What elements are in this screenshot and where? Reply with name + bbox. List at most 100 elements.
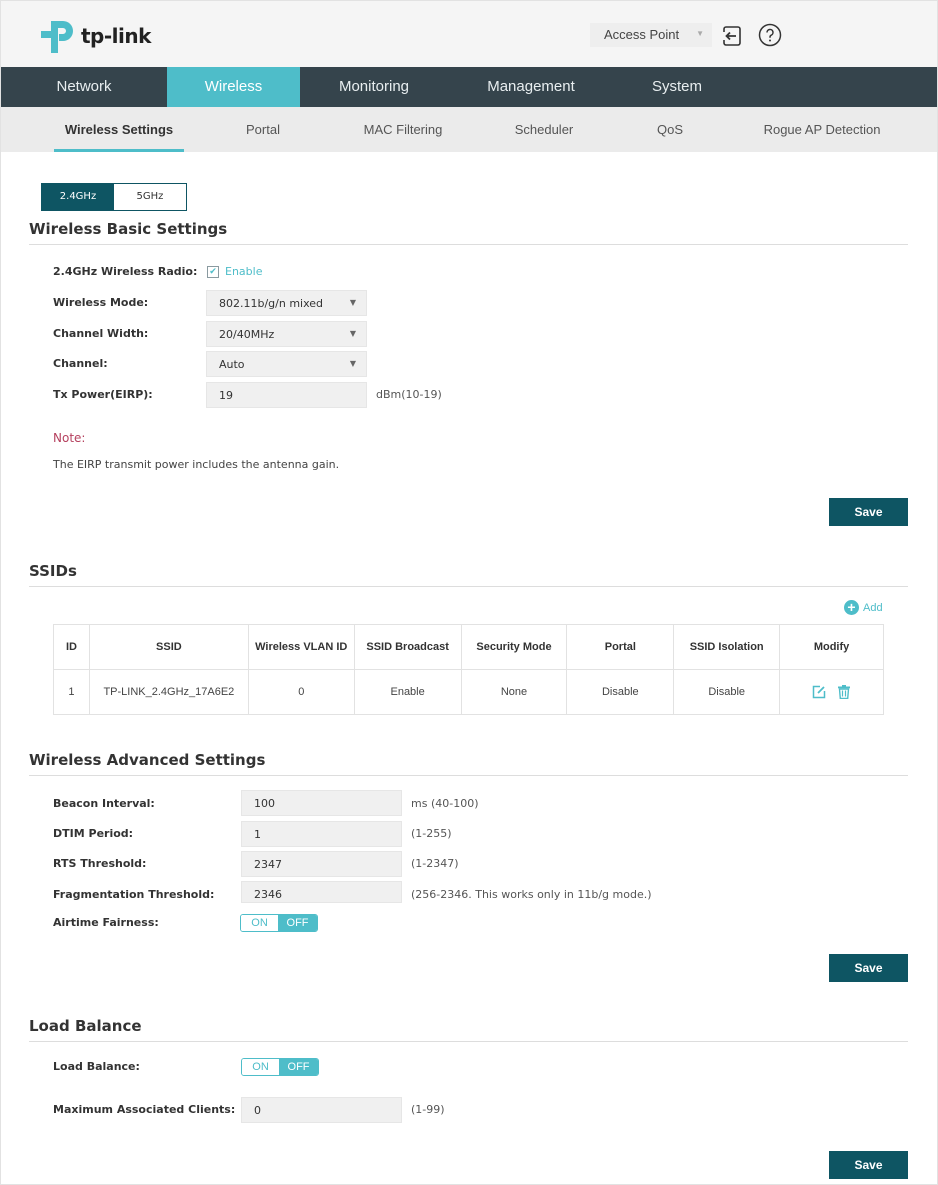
tx-power-value: 19 [219,389,233,402]
cell-ssid-broadcast: Enable [353,669,462,715]
mode-select-value: Access Point [604,27,680,42]
col-id: ID [53,624,90,670]
dtim-period-input[interactable]: 1 [241,821,402,847]
cell-ssid: TP-LINK_2.4GHz_17A6E2 [88,669,249,715]
rts-threshold-input[interactable]: 2347 [241,851,402,877]
beacon-interval-input[interactable]: 100 [241,790,402,816]
tab-qos[interactable]: QoS [650,107,690,152]
channel-width-label: Channel Width: [53,327,149,340]
main-nav: Network Wireless Monitoring Management S… [1,67,937,107]
nav-wireless[interactable]: Wireless [167,67,300,107]
divider [29,586,908,587]
ssids-title: SSIDs [29,562,77,580]
max-clients-hint: (1-99) [411,1103,445,1116]
dtim-period-label: DTIM Period: [53,827,134,840]
divider [29,1041,908,1042]
switch-off[interactable]: OFF [278,915,317,931]
advanced-save-button[interactable]: Save [829,954,908,982]
note-text: The EIRP transmit power includes the ant… [53,458,340,471]
col-portal: Portal [566,624,675,670]
dtim-period-hint: (1-255) [411,827,452,840]
tab-rogue-ap-detection[interactable]: Rogue AP Detection [754,107,890,152]
frag-threshold-value: 2346 [254,888,282,901]
frag-threshold-label: Fragmentation Threshold: [53,888,215,901]
col-ssid: SSID [88,624,249,670]
divider [29,775,908,776]
channel-select[interactable]: Auto ▼ [206,351,367,377]
top-bar: tp-link Access Point ▼ [1,1,937,67]
mode-select[interactable]: Access Point ▼ [590,23,712,47]
ssid-table: ID SSID Wireless VLAN ID SSID Broadcast … [53,624,884,715]
beacon-interval-label: Beacon Interval: [53,797,155,810]
tab-portal[interactable]: Portal [233,107,293,152]
airtime-fairness-label: Airtime Fairness: [53,916,159,929]
load-balance-save-button[interactable]: Save [829,1151,908,1179]
beacon-interval-value: 100 [254,797,275,810]
brand-name: tp-link [81,24,151,48]
channel-width-select[interactable]: 20/40MHz ▼ [206,321,367,347]
nav-network[interactable]: Network [1,67,167,107]
wireless-mode-label: Wireless Mode: [53,296,149,309]
col-modify: Modify [779,624,884,670]
frag-threshold-input[interactable]: 2346 [241,881,402,903]
beacon-interval-hint: ms (40-100) [411,797,479,810]
cell-portal: Disable [566,669,675,715]
rts-threshold-hint: (1-2347) [411,857,459,870]
cell-security-mode: None [460,669,568,715]
switch-on[interactable]: ON [242,1059,280,1075]
col-vlan-id: Wireless VLAN ID [247,624,355,670]
tx-power-input[interactable]: 19 [206,382,367,408]
trash-icon[interactable] [837,685,851,699]
col-ssid-isolation: SSID Isolation [673,624,781,670]
edit-icon[interactable] [812,685,826,699]
nav-monitoring[interactable]: Monitoring [300,67,448,107]
cell-ssid-isolation: Disable [673,669,781,715]
chevron-down-icon: ▼ [349,329,356,338]
wireless-mode-select[interactable]: 802.11b/g/n mixed ▼ [206,290,367,316]
logout-icon[interactable] [721,24,743,48]
help-icon[interactable] [758,23,782,47]
airtime-fairness-switch[interactable]: ON OFF [240,914,318,932]
advanced-settings-title: Wireless Advanced Settings [29,751,266,769]
radio-enable-label[interactable]: Enable [225,265,262,278]
note-title: Note: [53,431,86,445]
nav-management[interactable]: Management [448,67,614,107]
chevron-down-icon: ▼ [349,359,356,368]
tp-link-logo: tp-link [41,17,151,55]
tx-power-hint: dBm(10-19) [376,388,442,401]
channel-label: Channel: [53,357,108,370]
nav-system[interactable]: System [614,67,740,107]
load-balance-label: Load Balance: [53,1060,140,1073]
rts-threshold-label: RTS Threshold: [53,857,147,870]
col-ssid-broadcast: SSID Broadcast [353,624,462,670]
cell-vlan-id: 0 [247,669,355,715]
band-5ghz[interactable]: 5GHz [114,184,186,210]
basic-settings-title: Wireless Basic Settings [29,220,228,238]
radio-enable-checkbox[interactable]: ✔ [207,266,219,278]
tab-mac-filtering[interactable]: MAC Filtering [353,107,453,152]
rts-threshold-value: 2347 [254,858,282,871]
tx-power-label: Tx Power(EIRP): [53,388,153,401]
chevron-down-icon: ▼ [349,298,356,307]
switch-on[interactable]: ON [241,915,279,931]
page: tp-link Access Point ▼ Network Wireless … [0,0,938,1185]
add-label: Add [863,601,883,614]
add-ssid-button[interactable]: + Add [844,600,883,615]
tab-scheduler[interactable]: Scheduler [504,107,584,152]
col-security-mode: Security Mode [460,624,568,670]
channel-width-value: 20/40MHz [219,328,275,341]
band-toggle: 2.4GHz 5GHz [41,183,187,211]
cell-id: 1 [53,669,90,715]
divider [29,244,908,245]
band-2-4ghz[interactable]: 2.4GHz [42,184,114,210]
cell-modify [779,669,884,715]
basic-save-button[interactable]: Save [829,498,908,526]
max-clients-input[interactable]: 0 [241,1097,402,1123]
tp-link-logo-icon [41,21,73,53]
plus-circle-icon: + [844,600,859,615]
switch-off[interactable]: OFF [279,1059,318,1075]
tab-wireless-settings[interactable]: Wireless Settings [54,107,184,152]
max-clients-label: Maximum Associated Clients: [53,1103,236,1116]
load-balance-switch[interactable]: ON OFF [241,1058,319,1076]
table-header-row: ID SSID Wireless VLAN ID SSID Broadcast … [53,624,884,670]
